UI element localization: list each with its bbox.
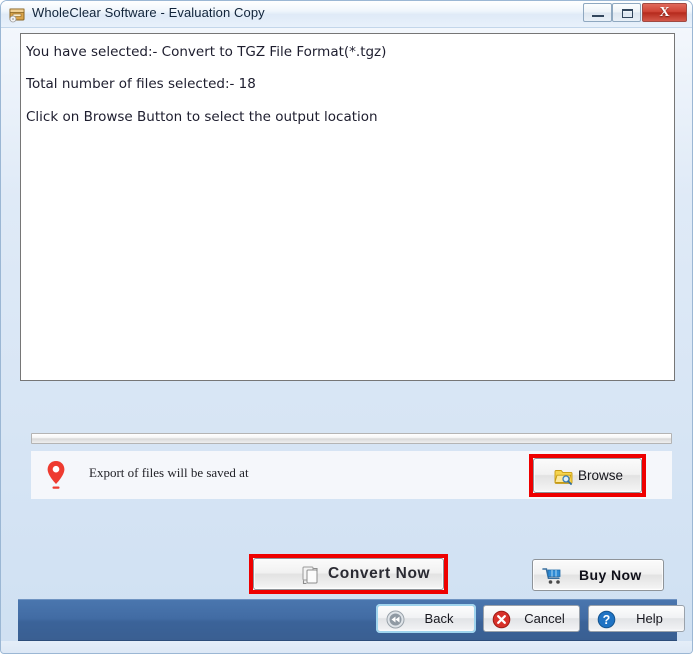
maximize-icon [622, 9, 633, 18]
svg-text:?: ? [603, 613, 611, 627]
selected-format-message: You have selected:- Convert to TGZ File … [26, 44, 387, 60]
close-button[interactable]: X [642, 3, 687, 22]
buy-now-label: Buy Now [579, 567, 642, 583]
convert-now-button[interactable]: Convert Now [253, 558, 444, 590]
error-circle-icon [492, 610, 511, 629]
export-location-label: Export of files will be saved at [89, 465, 249, 480]
question-circle-icon: ? [597, 610, 616, 629]
application-window: WholeClear Software - Evaluation Copy X … [0, 0, 693, 654]
browse-button-label: Browse [578, 468, 624, 483]
convert-now-label: Convert Now [328, 565, 431, 582]
copy-files-icon [302, 566, 322, 585]
file-count-message: Total number of files selected:- 18 [26, 76, 256, 92]
rewind-icon [386, 610, 405, 629]
buy-now-button[interactable]: Buy Now [532, 559, 664, 591]
back-button[interactable]: Back [376, 604, 476, 633]
minimize-button[interactable] [583, 3, 612, 22]
minimize-icon [592, 15, 604, 17]
help-button-label: Help [636, 611, 663, 626]
folder-search-icon [554, 468, 573, 485]
location-pin-icon [45, 459, 67, 491]
browse-button[interactable]: Browse [533, 458, 642, 493]
browse-instruction-message: Click on Browse Button to select the out… [26, 109, 378, 125]
progress-bar [31, 433, 672, 444]
status-message-panel: You have selected:- Convert to TGZ File … [20, 33, 675, 381]
cancel-button[interactable]: Cancel [483, 605, 580, 632]
cancel-button-label: Cancel [524, 611, 565, 626]
back-button-label: Back [424, 611, 454, 626]
close-icon: X [659, 5, 670, 20]
archive-box-icon [9, 6, 26, 23]
maximize-button[interactable] [612, 3, 641, 22]
shopping-cart-icon [542, 567, 566, 585]
bottom-action-bar: Back Cancel ? Help [18, 599, 685, 641]
window-footer [1, 641, 692, 653]
title-bar: WholeClear Software - Evaluation Copy X [1, 1, 692, 28]
window-title: WholeClear Software - Evaluation Copy [32, 5, 265, 20]
help-button[interactable]: ? Help [588, 605, 685, 632]
